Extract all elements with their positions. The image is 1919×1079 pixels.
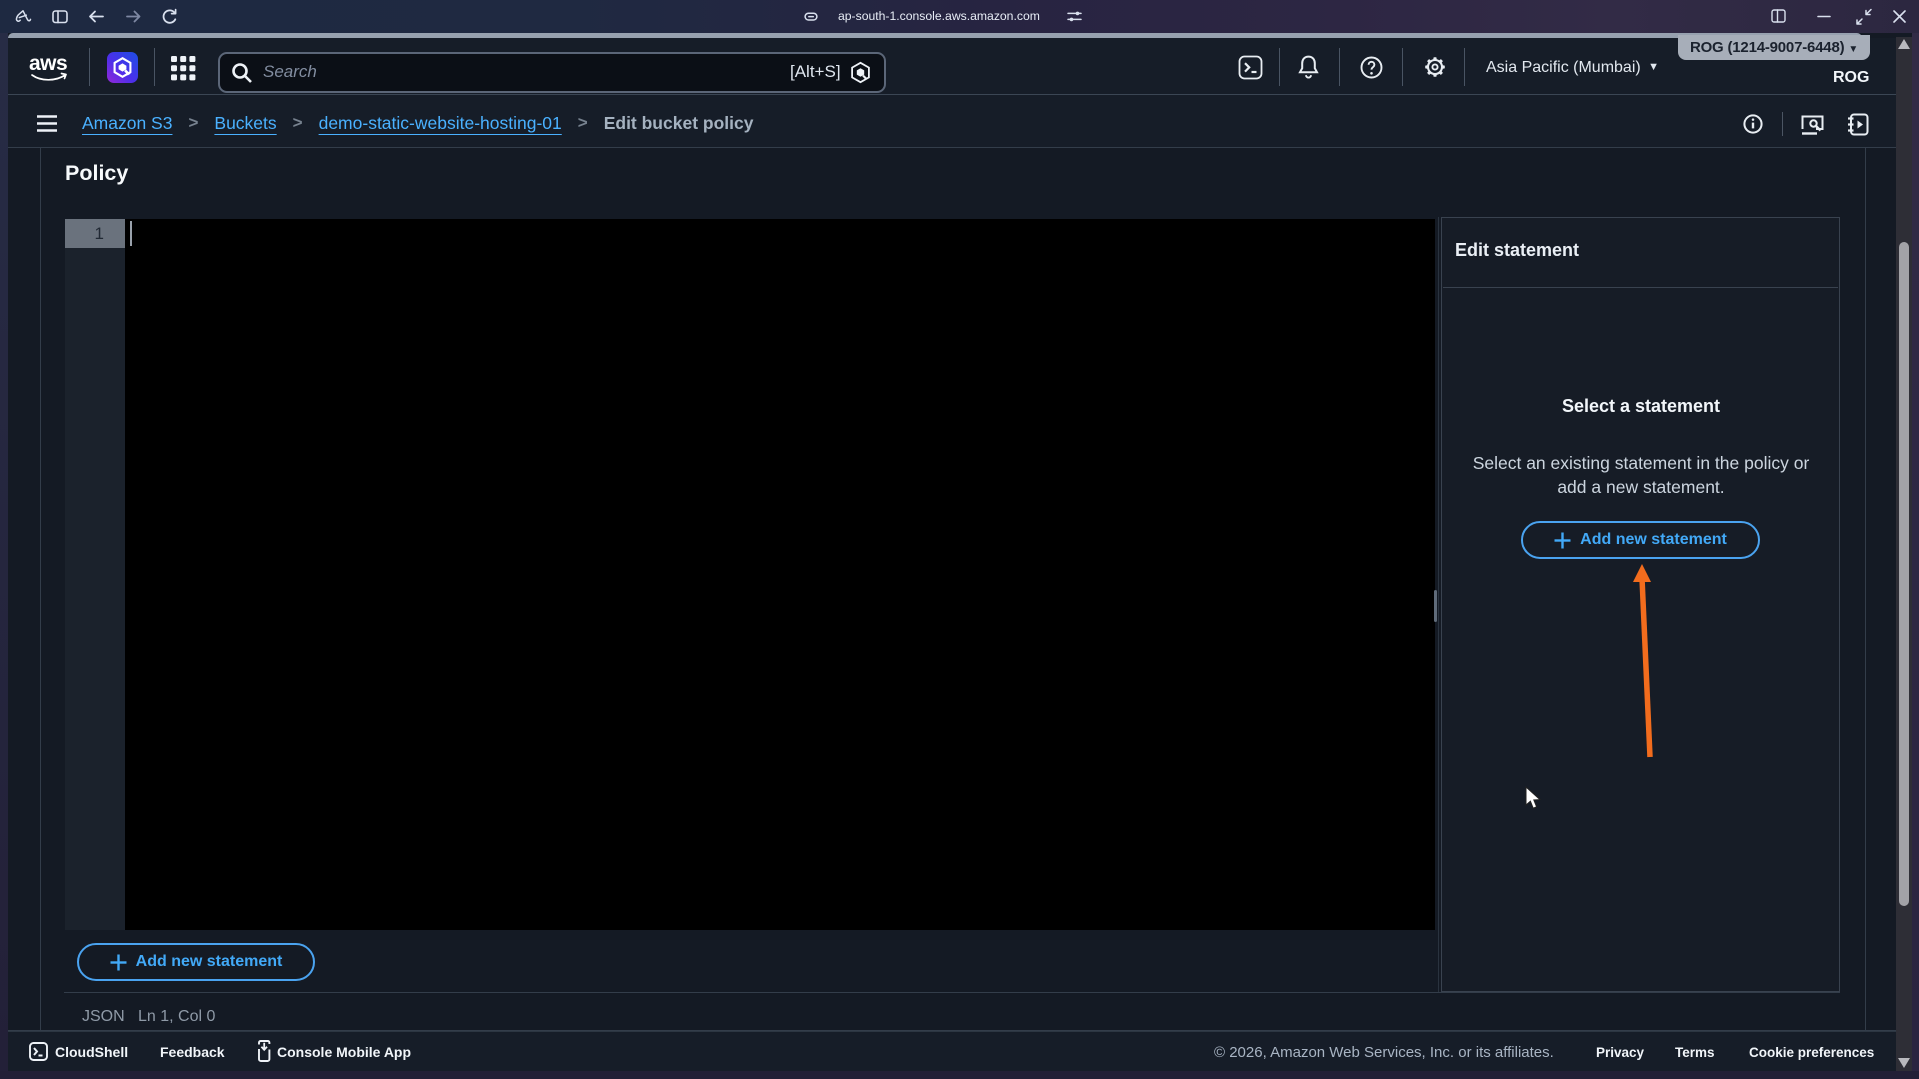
svg-text:aws: aws (29, 52, 67, 75)
